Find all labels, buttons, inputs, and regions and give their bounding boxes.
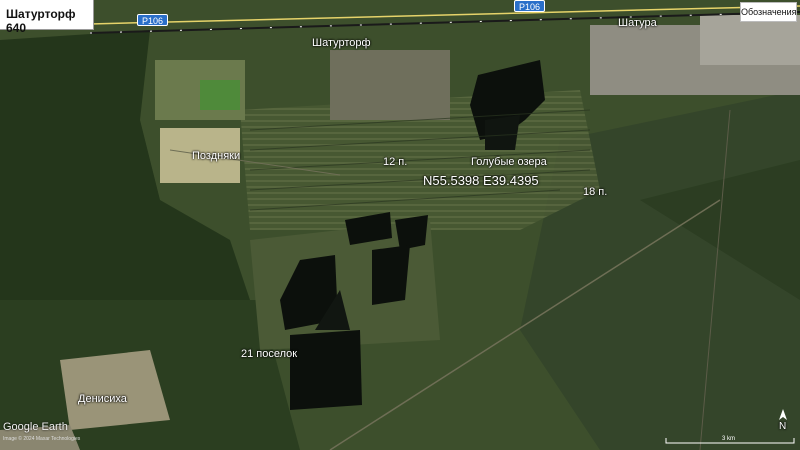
satellite-map[interactable]: P106 P106 Шатурторф Шатура Поздняки 12 п… [0,0,800,450]
place-label-21-poselok[interactable]: 21 поселок [241,348,297,360]
place-label-pozdnyaki[interactable]: Поздняки [192,150,240,162]
place-label-shatura[interactable]: Шатура [618,17,657,29]
imagery-credit: Image © 2024 Maxar Technologies [3,436,81,442]
legend-button[interactable]: Обозначения [740,2,797,22]
terrain-layer [0,0,800,450]
place-label-golubye-ozera[interactable]: Голубые озера [471,156,547,168]
map-title: Шатурторф 640 [6,7,76,35]
road-shield-p106-east: P106 [514,0,546,12]
place-label-shaturtorf[interactable]: Шатурторф [312,37,371,49]
google-earth-logo: Google Earth [3,421,68,433]
marker-coordinates-label[interactable]: N55.5398 E39.4395 [423,173,539,188]
place-label-denisikha[interactable]: Денисиха [78,393,127,405]
compass-label: N [779,421,787,432]
scale-label: 3 km [722,436,736,442]
place-label-18p[interactable]: 18 п. [583,186,607,198]
map-title-box: Шатурторф 640 [0,0,94,35]
place-label-12p[interactable]: 12 п. [383,156,407,168]
road-shield-p106: P106 [137,14,169,26]
